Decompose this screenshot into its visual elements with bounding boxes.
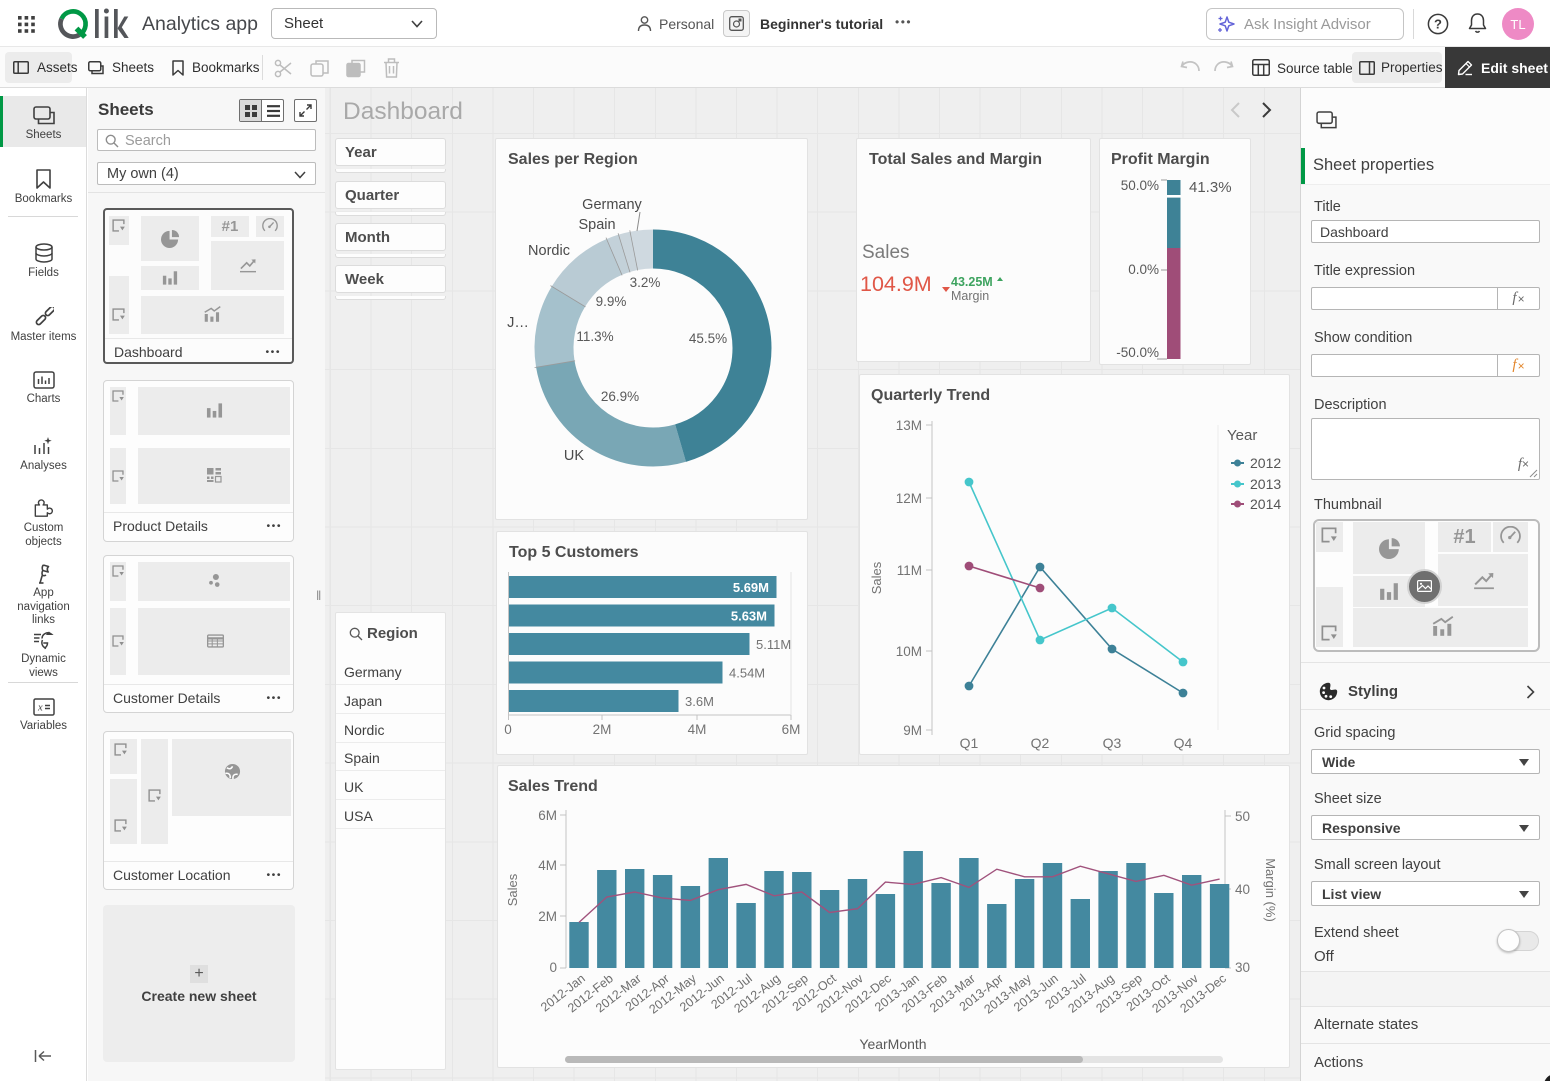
svg-text:2014: 2014 [1250, 496, 1281, 512]
svg-text:Q3: Q3 [1103, 735, 1122, 751]
svg-text:2M: 2M [593, 722, 612, 737]
svg-text:Margin (%): Margin (%) [1263, 858, 1278, 922]
svg-text:5.63M: 5.63M [731, 609, 767, 624]
svg-text:3.2%: 3.2% [630, 275, 661, 290]
svg-text:Year: Year [1227, 427, 1257, 444]
svg-text:Germany: Germany [582, 197, 642, 213]
svg-text:2013: 2013 [1250, 476, 1281, 492]
svg-text:3.6M: 3.6M [685, 694, 714, 709]
svg-text:Sales: Sales [505, 873, 520, 906]
svg-text:41.3%: 41.3% [1189, 179, 1232, 196]
svg-text:0: 0 [504, 722, 512, 737]
svg-text:-50.0%: -50.0% [1116, 345, 1159, 360]
svg-text:x: x [37, 703, 43, 714]
svg-text:50.0%: 50.0% [1121, 178, 1159, 193]
svg-text:4M: 4M [688, 722, 707, 737]
svg-text:6M: 6M [782, 722, 801, 737]
svg-text:4M: 4M [538, 858, 557, 873]
svg-text:5.11M: 5.11M [756, 637, 791, 652]
svg-text:10M: 10M [896, 644, 922, 659]
svg-text:9.9%: 9.9% [596, 294, 627, 309]
svg-text:2M: 2M [538, 909, 557, 924]
svg-text:5.69M: 5.69M [733, 580, 769, 595]
svg-text:26.9%: 26.9% [601, 389, 639, 404]
svg-text:?: ? [1434, 17, 1442, 32]
svg-text:Q4: Q4 [1174, 735, 1193, 751]
svg-text:Nordic: Nordic [528, 243, 570, 259]
svg-text:13M: 13M [896, 418, 922, 433]
svg-text:50: 50 [1235, 809, 1250, 824]
svg-text:UK: UK [564, 448, 584, 464]
svg-text:2012: 2012 [1250, 455, 1281, 471]
svg-text:6M: 6M [538, 808, 557, 823]
svg-text:J…: J… [507, 315, 529, 331]
svg-text:11.3%: 11.3% [576, 329, 613, 344]
svg-text:9M: 9M [903, 723, 922, 738]
svg-text:4.54M: 4.54M [729, 666, 765, 681]
svg-text:0: 0 [549, 960, 557, 975]
svg-text:40: 40 [1235, 882, 1250, 897]
svg-text:45.5%: 45.5% [689, 331, 727, 346]
svg-text:11M: 11M [897, 563, 922, 578]
svg-text:Spain: Spain [578, 217, 615, 233]
svg-text:12M: 12M [896, 491, 922, 506]
svg-text:0.0%: 0.0% [1128, 262, 1159, 277]
svg-text:Q1: Q1 [960, 735, 979, 751]
svg-text:Sales: Sales [869, 561, 884, 594]
svg-text:30: 30 [1235, 960, 1250, 975]
svg-text:Q2: Q2 [1031, 735, 1050, 751]
svg-text:YearMonth: YearMonth [859, 1036, 926, 1052]
